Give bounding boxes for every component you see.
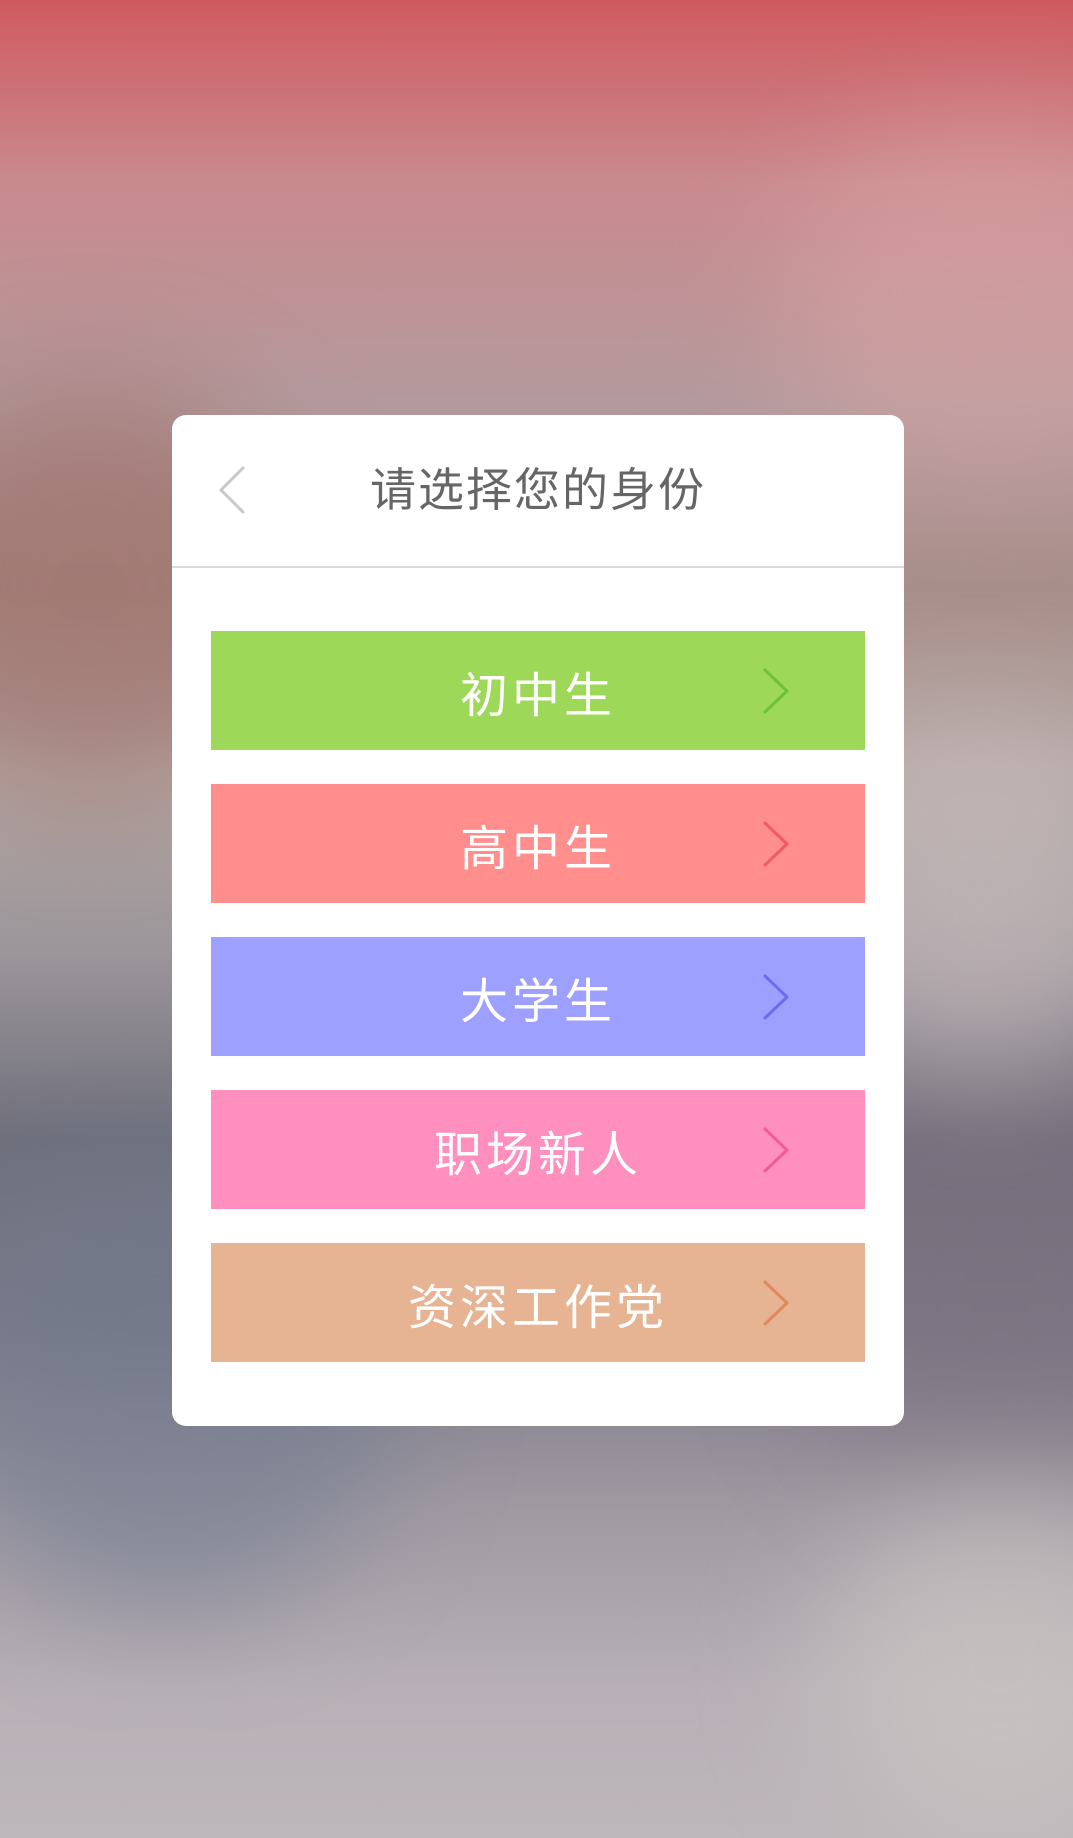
chevron-right-icon (763, 1280, 789, 1326)
dialog-header: 请选择您的身份 (172, 415, 904, 568)
option-label: 资深工作党 (407, 1279, 668, 1336)
identity-select-dialog: 请选择您的身份 初中生 高中生 大学生 职场新人 资深工作党 (172, 415, 904, 1426)
option-junior-high-student[interactable]: 初中生 (211, 631, 865, 750)
chevron-right-icon (763, 1127, 789, 1173)
option-label: 高中生 (459, 820, 616, 877)
identity-options-list: 初中生 高中生 大学生 职场新人 资深工作党 (211, 631, 865, 1396)
option-senior-worker[interactable]: 资深工作党 (211, 1243, 865, 1362)
option-senior-high-student[interactable]: 高中生 (211, 784, 865, 903)
option-label: 初中生 (459, 667, 616, 724)
background-blur-shape (820, 1480, 1073, 1838)
option-label: 大学生 (459, 973, 616, 1030)
chevron-right-icon (763, 974, 789, 1020)
chevron-right-icon (763, 821, 789, 867)
option-label: 职场新人 (433, 1126, 642, 1183)
chevron-right-icon (763, 668, 789, 714)
dialog-title: 请选择您的身份 (370, 463, 706, 517)
option-college-student[interactable]: 大学生 (211, 937, 865, 1056)
option-workplace-newcomer[interactable]: 职场新人 (211, 1090, 865, 1209)
